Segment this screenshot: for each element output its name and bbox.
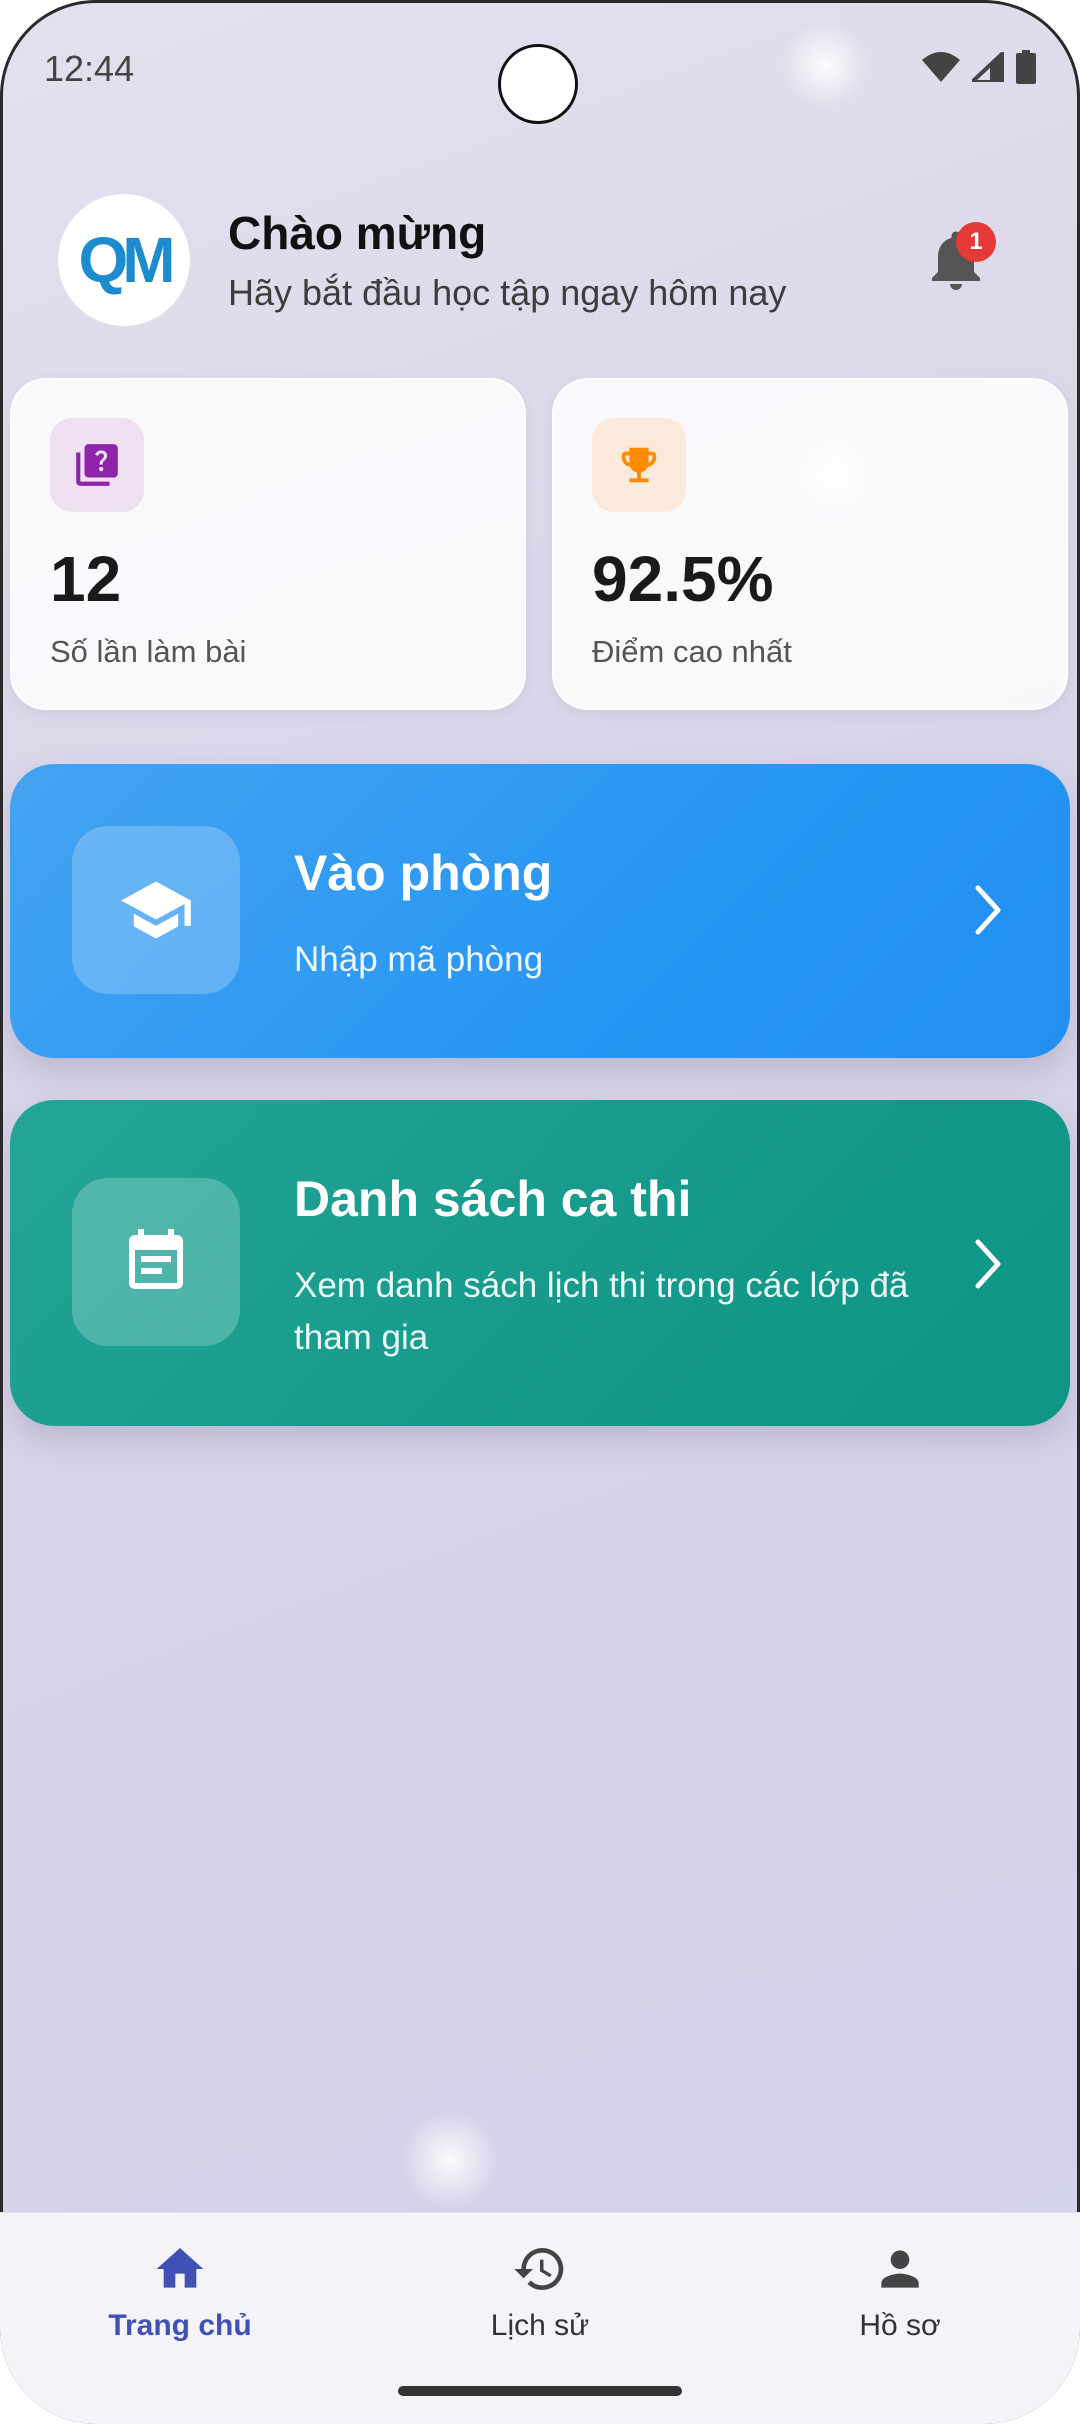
trophy-icon [592,418,686,512]
nav-item-home[interactable]: Trang chủ [60,2241,300,2343]
avatar[interactable]: QM [58,194,190,326]
stat-label: Số lần làm bài [50,634,247,669]
battery-icon [1016,50,1036,84]
calendar-icon [72,1178,240,1346]
join-room-card[interactable]: Vào phòng Nhập mã phòng [10,764,1070,1058]
stat-card-attempts: 12 Số lần làm bài [10,378,526,710]
person-icon [881,2250,919,2288]
camera-cutout [498,44,578,124]
card-title: Vào phòng [294,845,553,901]
graduation-cap-icon [72,826,240,994]
stat-value: 92.5% [592,543,774,615]
nav-item-profile[interactable]: Hồ sơ [780,2241,1020,2343]
stat-value: 12 [50,543,122,615]
chevron-right-icon [975,885,1001,935]
card-subtitle: Nhập mã phòng [294,940,544,979]
greeting-title: Chào mừng [228,207,487,259]
greeting-subtitle: Hãy bắt đầu học tập ngay hôm nay [228,272,787,313]
home-icon [156,2248,204,2288]
card-title: Danh sách ca thi [294,1171,692,1227]
nav-label: Hồ sơ [859,2309,941,2342]
status-time: 12:44 [44,48,135,89]
status-icons [922,50,1036,84]
home-indicator[interactable] [398,2386,682,2396]
history-icon [514,2248,564,2290]
phone-screen: 12:44 QM Chào mừng Hãy bắt đầu học tập n… [0,0,1080,2424]
wifi-icon [922,52,960,82]
nav-label: Trang chủ [108,2309,252,2342]
card-subtitle: Xem danh sách lịch thi trong các lớp đã … [294,1266,909,1357]
nav-label: Lịch sử [490,2309,590,2342]
quiz-icon [50,418,144,512]
signal-icon [972,52,1004,82]
chevron-right-icon [975,1239,1001,1289]
notification-badge: 1 [956,222,996,262]
logo-text: QM [78,224,175,296]
exam-schedule-card[interactable]: Danh sách ca thi Xem danh sách lịch thi … [10,1100,1070,1426]
nav-item-history[interactable]: Lịch sử [420,2241,660,2343]
stat-label: Điểm cao nhất [592,634,792,669]
stat-card-highest-score: 92.5% Điểm cao nhất [552,378,1068,710]
